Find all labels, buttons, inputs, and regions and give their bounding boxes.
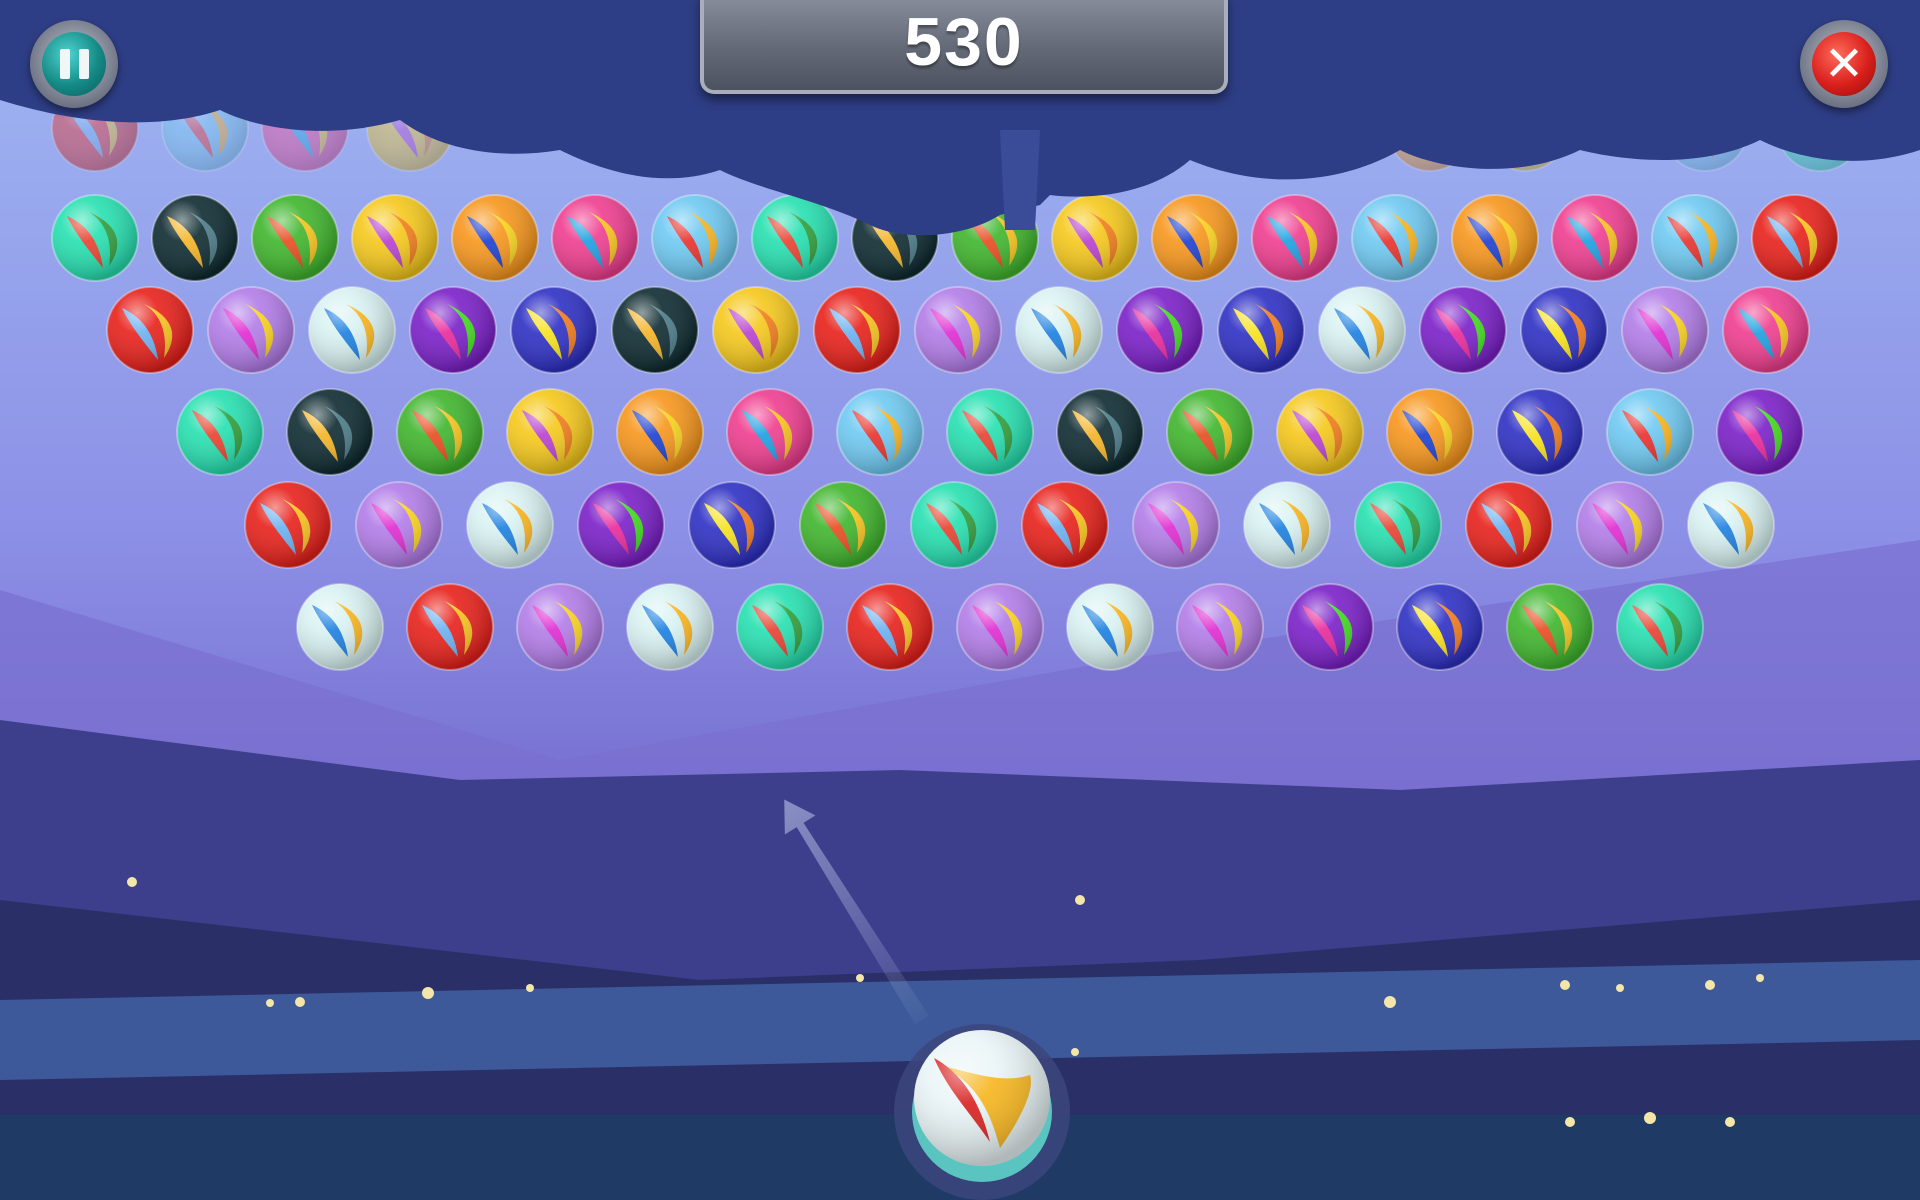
bubble-teal [946, 388, 1034, 476]
bubble-teal [176, 388, 264, 476]
pause-icon [59, 49, 89, 79]
bubble-lavender [355, 481, 443, 569]
bubble-lavender [1576, 481, 1664, 569]
bubble-blue [1396, 583, 1484, 671]
bubble-lavender [956, 583, 1044, 671]
bubble-pink [551, 194, 639, 282]
bubble-purple [1716, 388, 1804, 476]
bubble-lightblue [1351, 194, 1439, 282]
game-scene[interactable] [0, 0, 1920, 1200]
bubble-purple [577, 481, 665, 569]
bubble-black [611, 286, 699, 374]
bubble-red [1021, 481, 1109, 569]
bubble-lavender [914, 286, 1002, 374]
bubble-blue [1217, 286, 1305, 374]
bubble-yellow [351, 194, 439, 282]
bubble-orange [1151, 194, 1239, 282]
close-icon: ✕ [1823, 36, 1865, 92]
bubble-white [466, 481, 554, 569]
bubble-green [251, 194, 339, 282]
bubble-purple [1116, 286, 1204, 374]
bubble-teal [736, 583, 824, 671]
bubble-red [1751, 194, 1839, 282]
bubble-yellow [1051, 194, 1139, 282]
bubble-orange [1386, 388, 1474, 476]
shooter[interactable] [894, 1024, 1070, 1200]
score-value: 530 [904, 4, 1024, 80]
bubble-teal [910, 481, 998, 569]
bubble-lightblue [1606, 388, 1694, 476]
bubble-teal [51, 194, 139, 282]
bubble-red [813, 286, 901, 374]
bubble-red [846, 583, 934, 671]
bubble-red [406, 583, 494, 671]
bubble-blue [510, 286, 598, 374]
bubble-pink [1722, 286, 1810, 374]
bubble-purple [1419, 286, 1507, 374]
bubble-teal [751, 194, 839, 282]
bubble-red [1465, 481, 1553, 569]
bubble-orange [1451, 194, 1539, 282]
bubble-orange [451, 194, 539, 282]
bubble-yellow [506, 388, 594, 476]
bubble-lavender [1132, 481, 1220, 569]
bubble-red [244, 481, 332, 569]
bubble-white [626, 583, 714, 671]
bubble-pink [726, 388, 814, 476]
bubble-blue [1496, 388, 1584, 476]
bubble-lavender [207, 286, 295, 374]
bubble-teal [1616, 583, 1704, 671]
bubble-white [1318, 286, 1406, 374]
bubble-black [1056, 388, 1144, 476]
bubble-purple [1286, 583, 1374, 671]
bubble-blue [1520, 286, 1608, 374]
close-button[interactable]: ✕ [1800, 20, 1888, 108]
bubble-lavender [1176, 583, 1264, 671]
bubble-white [1243, 481, 1331, 569]
bubble-blue [688, 481, 776, 569]
bubble-green [1166, 388, 1254, 476]
bubble-lightblue [836, 388, 924, 476]
bubble-purple [409, 286, 497, 374]
bubble-white [1066, 583, 1154, 671]
bubble-yellow [1276, 388, 1364, 476]
bubble-orange [616, 388, 704, 476]
bubble-white [1687, 481, 1775, 569]
bubble-green [396, 388, 484, 476]
bubble-red [106, 286, 194, 374]
bubble-green [1506, 583, 1594, 671]
bubble-white [308, 286, 396, 374]
bubble-pink [1551, 194, 1639, 282]
bubble-lavender [516, 583, 604, 671]
pause-button[interactable] [30, 20, 118, 108]
bubble-pink [1251, 194, 1339, 282]
bubble-white [1015, 286, 1103, 374]
bubble-yellow [712, 286, 800, 374]
bubble-lightblue [651, 194, 739, 282]
bubble-lavender [1621, 286, 1709, 374]
bubble-black [286, 388, 374, 476]
bubble-black [151, 194, 239, 282]
bubble-green [799, 481, 887, 569]
score-plate: 530 [700, 0, 1228, 94]
bubble-lightblue [1651, 194, 1739, 282]
bubble-teal [1354, 481, 1442, 569]
bubble-white [296, 583, 384, 671]
